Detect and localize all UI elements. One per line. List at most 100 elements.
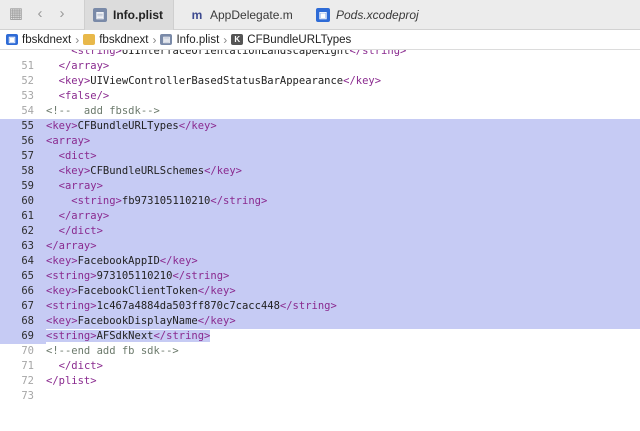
code-text: </array> <box>46 209 110 224</box>
xml-text: fb973105110210 <box>121 195 211 207</box>
code-line[interactable]: 69 <string>AFSdkNext</string> <box>0 329 640 344</box>
tab-label: AppDelegate.m <box>210 8 293 22</box>
code-text: <string>UIInterfaceOrientationLandscapeR… <box>46 50 406 59</box>
folder-icon <box>83 34 96 45</box>
tab-pods-xcodeproj[interactable]: ▣ Pods.xcodeproj <box>308 0 438 30</box>
code-line[interactable]: 70 <!--end add fb sdk--> <box>0 344 640 359</box>
code-line[interactable]: 53 <false/> <box>0 89 640 104</box>
code-content: <string>1c467a4884da503ff870c7cacc448</s… <box>46 300 337 312</box>
xml-text: CFBundleURLSchemes <box>90 165 205 177</box>
breadcrumb-label: fbskdnext <box>99 33 149 46</box>
line-number: 72 <box>21 375 34 387</box>
xml-text: AFSdkNext <box>96 330 154 342</box>
code-line[interactable]: 60 <string>fb973105110210</string> <box>0 194 640 209</box>
code-line[interactable]: 67 <string>1c467a4884da503ff870c7cacc448<… <box>0 299 640 314</box>
code-line[interactable]: 73 <box>0 389 640 404</box>
xml-text: 973105110210 <box>96 270 173 282</box>
xml-text: 1c467a4884da503ff870c7cacc448 <box>96 300 280 312</box>
code-line[interactable]: 66 <key>FacebookClientToken</key> <box>0 284 640 299</box>
xml-tag: </key> <box>178 120 217 132</box>
code-line[interactable]: 71 </dict> <box>0 359 640 374</box>
code-text: </array> <box>46 239 97 254</box>
xml-text: FacebookClientToken <box>77 285 198 297</box>
xml-tag: <string> <box>46 270 97 282</box>
xml-tag: <key> <box>58 75 91 87</box>
xml-text: FacebookAppID <box>77 255 160 267</box>
line-number: 65 <box>21 270 34 282</box>
code-text: <key>FacebookDisplayName</key> <box>46 314 236 329</box>
forward-chevron-icon[interactable]: › <box>52 4 72 24</box>
xml-tag: <key> <box>46 315 78 327</box>
code-line[interactable]: 72 </plist> <box>0 374 640 389</box>
code-content: </array> <box>59 210 110 222</box>
code-content: <!--end add fb sdk--> <box>46 345 179 357</box>
back-chevron-icon[interactable]: ‹ <box>30 4 50 24</box>
code-text: </dict> <box>46 224 103 239</box>
breadcrumb-key[interactable]: K CFBundleURLTypes <box>231 34 351 46</box>
code-line[interactable]: 62 </dict> <box>0 224 640 239</box>
xml-tag: <key> <box>46 120 78 132</box>
sidebar-toggle-icon[interactable]: ▦ <box>6 4 26 24</box>
breadcrumb-project[interactable]: ▣ fbskdnext <box>6 34 71 46</box>
code-line[interactable]: 55 <key>CFBundleURLTypes</key> <box>0 119 640 134</box>
code-text: <string>1c467a4884da503ff870c7cacc448</s… <box>46 299 337 314</box>
code-line[interactable]: <string>UIInterfaceOrientationLandscapeR… <box>0 50 640 59</box>
code-line[interactable]: 51 </array> <box>0 59 640 74</box>
line-number: 58 <box>21 165 34 177</box>
code-line[interactable]: 54 <!-- add fbsdk--> <box>0 104 640 119</box>
code-content: <key>FacebookClientToken</key> <box>46 285 236 297</box>
line-number: 63 <box>21 240 34 252</box>
code-content: <false/> <box>59 90 110 102</box>
code-line[interactable]: 56 <array> <box>0 134 640 149</box>
code-content: <key>FacebookDisplayName</key> <box>46 315 236 327</box>
code-content: <string>973105110210</string> <box>46 270 229 282</box>
code-content: <string>AFSdkNext</string> <box>46 330 211 342</box>
code-line[interactable]: 63 </array> <box>0 239 640 254</box>
key-icon: K <box>231 34 244 45</box>
code-content: </dict> <box>59 360 103 372</box>
xml-tag: </array> <box>58 60 110 72</box>
code-line[interactable]: 57 <dict> <box>0 149 640 164</box>
tab-info-plist[interactable]: ▤ Info.plist <box>84 0 174 30</box>
xml-tag: </plist> <box>46 375 97 387</box>
code-line[interactable]: 59 <array> <box>0 179 640 194</box>
line-number: 68 <box>21 315 34 327</box>
xml-tag: </key> <box>197 285 236 297</box>
code-content: <key>FacebookAppID</key> <box>46 255 198 267</box>
code-line[interactable]: 52 <key>UIViewControllerBasedStatusBarAp… <box>0 74 640 89</box>
xml-text: UIInterfaceOrientationLandscapeRight <box>121 50 350 57</box>
xml-text: UIViewControllerBasedStatusBarAppearance <box>90 75 344 87</box>
tab-label: Pods.xcodeproj <box>336 8 419 22</box>
code-line[interactable]: 68 <key>FacebookDisplayName</key> <box>0 314 640 329</box>
code-text: <!-- add fbsdk--> <box>46 104 160 119</box>
breadcrumb-label: CFBundleURLTypes <box>247 33 352 46</box>
code-editor[interactable]: <string> UIInterfaceOrientationLandscapeR… <box>0 50 640 431</box>
code-line[interactable]: 65 <string>973105110210</string> <box>0 269 640 284</box>
code-line[interactable]: 64 <key>FacebookAppID</key> <box>0 254 640 269</box>
code-line[interactable]: 58 <key>CFBundleURLSchemes</key> <box>0 164 640 179</box>
code-text: <key>FacebookAppID</key> <box>46 254 198 269</box>
xml-tag: </dict> <box>58 225 103 237</box>
code-content: </plist> <box>46 375 97 387</box>
breadcrumb-file[interactable]: ▤ Info.plist <box>160 34 219 46</box>
code-text: <string>973105110210</string> <box>46 269 229 284</box>
tab-appdelegate[interactable]: m AppDelegate.m <box>182 0 302 30</box>
xml-tag: <string> <box>46 300 97 312</box>
code-line[interactable]: 61 </array> <box>0 209 640 224</box>
line-number: 56 <box>21 135 34 147</box>
breadcrumb-label: fbskdnext <box>22 33 72 46</box>
code-text: <array> <box>46 134 90 149</box>
xml-tag: <dict> <box>58 150 97 162</box>
objc-source-icon: m <box>191 8 203 22</box>
breadcrumb-folder[interactable]: fbskdnext <box>83 34 148 46</box>
xml-tag: </string> <box>210 195 268 207</box>
code-text: <!--end add fb sdk--> <box>46 344 179 359</box>
line-number: 60 <box>21 195 34 207</box>
xcodeproj-icon: ▣ <box>6 34 18 45</box>
xml-tag: <false/> <box>58 90 110 102</box>
xml-tag: </string> <box>349 50 407 57</box>
code-content: <!-- add fbsdk--> <box>46 105 160 117</box>
line-number: 64 <box>21 255 34 267</box>
code-content: </array> <box>46 240 97 252</box>
code-content: <key>CFBundleURLSchemes</key> <box>59 165 242 177</box>
